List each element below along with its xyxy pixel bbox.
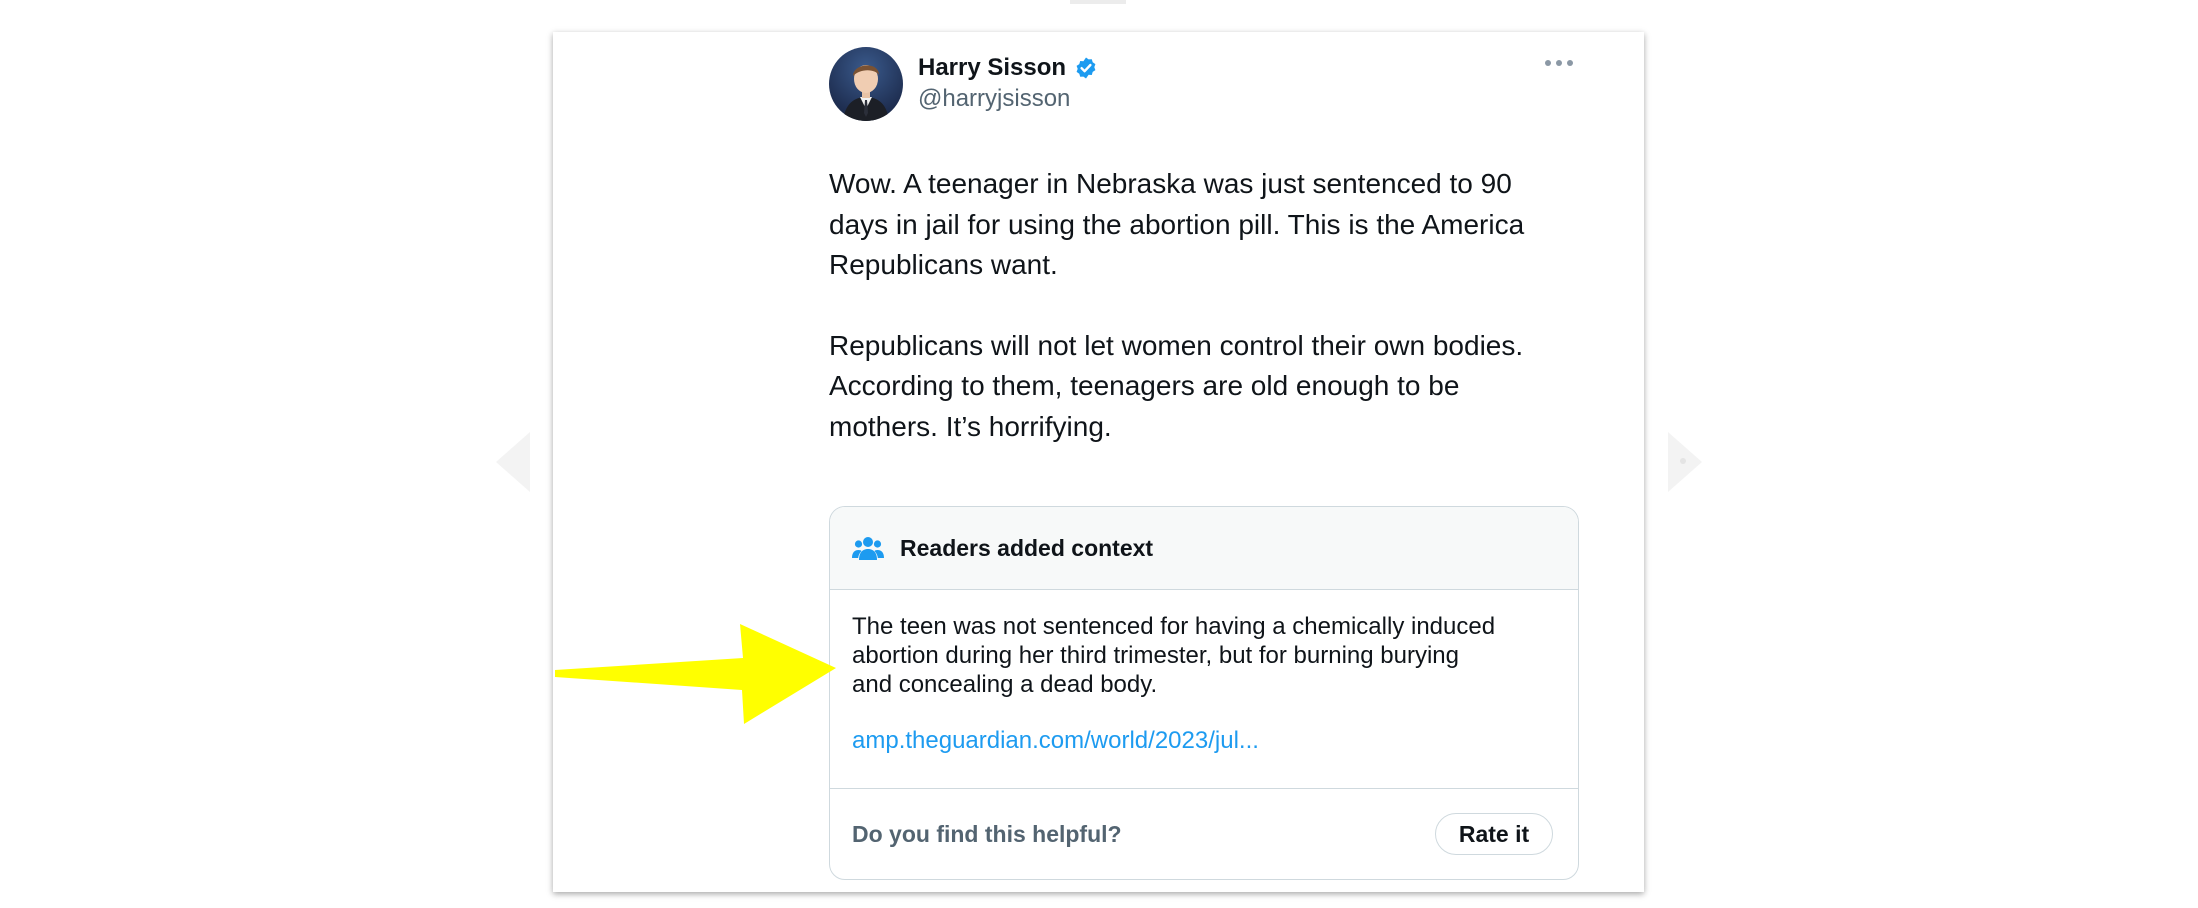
yellow-arrow-annotation-icon bbox=[555, 624, 836, 724]
more-options-icon[interactable] bbox=[1545, 60, 1573, 66]
note-line: and concealing a dead body. bbox=[852, 671, 1158, 698]
avatar[interactable] bbox=[829, 47, 903, 121]
tweet-line: mothers. It’s horrifying. bbox=[829, 410, 1112, 442]
previous-arrow-icon[interactable] bbox=[496, 432, 530, 492]
note-line: The teen was not sentenced for having a … bbox=[852, 613, 1496, 640]
author-name-text: Harry Sisson bbox=[918, 54, 1067, 81]
tweet-line: According to them, teenagers are old eno… bbox=[829, 370, 1460, 401]
community-note-body: The teen was not sentenced for having a … bbox=[852, 612, 1552, 699]
rate-it-button[interactable]: Rate it bbox=[1435, 813, 1553, 855]
tweet-line: days in jail for using the abortion pill… bbox=[829, 208, 1525, 240]
community-note-title: Readers added context bbox=[900, 534, 1154, 561]
avatar-portrait-icon bbox=[843, 65, 889, 121]
people-icon bbox=[852, 537, 884, 560]
tweet-text: Wow. A teenager in Nebraska was just sen… bbox=[829, 164, 1569, 447]
tweet-line: Republicans want. bbox=[829, 249, 1058, 280]
community-note-header: Readers added context bbox=[830, 507, 1578, 590]
tweet-line: Republicans will not let women control t… bbox=[829, 329, 1524, 361]
top-tab-indicator bbox=[1070, 0, 1126, 4]
verified-badge-icon bbox=[1076, 57, 1096, 79]
community-note: Readers added context The teen was not s… bbox=[829, 506, 1579, 880]
helpful-prompt: Do you find this helpful? bbox=[852, 821, 1122, 847]
note-line: abortion during her third trimester, but… bbox=[852, 642, 1459, 669]
tweet-line: Wow. A teenager in Nebraska was just sen… bbox=[829, 168, 1512, 199]
source-link[interactable]: amp.theguardian.com/world/2023/jul... bbox=[852, 727, 1259, 755]
next-dot-icon bbox=[1680, 458, 1686, 464]
author-handle[interactable]: @harryjsisson bbox=[918, 85, 1070, 113]
author-name[interactable]: Harry Sisson bbox=[918, 54, 1098, 82]
community-note-footer: Do you find this helpful? Rate it bbox=[830, 788, 1578, 879]
